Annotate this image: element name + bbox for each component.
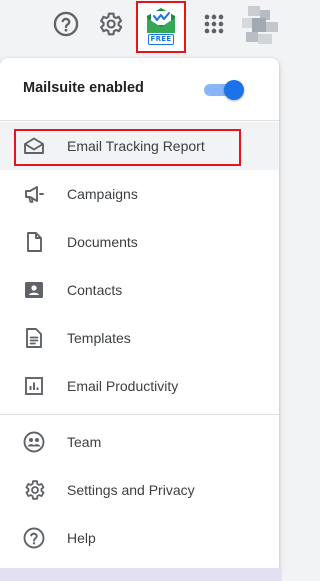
free-badge: FREE xyxy=(148,34,174,45)
menu-item-contacts[interactable]: Contacts xyxy=(0,266,279,314)
bar-chart-icon xyxy=(25,377,43,395)
mailsuite-enabled-toggle[interactable] xyxy=(204,79,246,101)
menu-item-label: Help xyxy=(67,530,96,546)
menu-item-settings-and-privacy[interactable]: Settings and Privacy xyxy=(0,466,279,514)
toggle-knob xyxy=(224,80,244,100)
menu-item-email-tracking-report[interactable]: Email Tracking Report xyxy=(0,122,279,170)
template-icon xyxy=(26,328,42,348)
menu-item-label: Settings and Privacy xyxy=(67,482,195,498)
divider xyxy=(0,414,279,415)
menu-item-label: Team xyxy=(67,434,102,450)
menu-item-label: Documents xyxy=(67,234,138,250)
menu-item-templates[interactable]: Templates xyxy=(0,314,279,362)
document-icon xyxy=(27,232,42,252)
help-circle-icon xyxy=(23,527,45,549)
menu-item-label: Templates xyxy=(67,330,131,346)
help-circle-icon[interactable] xyxy=(52,10,80,38)
mailsuite-menu-panel: Mailsuite enabled Email Tracking Report … xyxy=(0,58,279,568)
divider xyxy=(0,120,279,121)
gear-icon[interactable] xyxy=(96,10,124,38)
mailsuite-envelope-icon xyxy=(147,8,175,33)
menu-item-team[interactable]: Team xyxy=(0,418,279,466)
menu-item-label: Campaigns xyxy=(67,186,138,202)
panel-header: Mailsuite enabled xyxy=(0,58,279,120)
gear-icon xyxy=(25,480,45,500)
menu-item-label: Email Productivity xyxy=(67,378,179,394)
contact-card-icon xyxy=(25,282,43,298)
mailsuite-enabled-label: Mailsuite enabled xyxy=(23,80,144,96)
apps-grid-icon[interactable] xyxy=(200,10,228,38)
menu-item-documents[interactable]: Documents xyxy=(0,218,279,266)
megaphone-icon xyxy=(25,186,44,203)
menu-item-help[interactable]: Help xyxy=(0,514,279,562)
menu-item-email-productivity[interactable]: Email Productivity xyxy=(0,362,279,410)
menu-item-campaigns[interactable]: Campaigns xyxy=(0,170,279,218)
menu-item-label: Contacts xyxy=(67,282,123,298)
team-icon xyxy=(23,431,45,453)
mailsuite-extension-button[interactable]: FREE xyxy=(136,1,186,53)
envelope-open-icon xyxy=(24,137,44,154)
avatar[interactable] xyxy=(240,4,280,48)
menu-item-label: Email Tracking Report xyxy=(67,138,205,154)
top-bar: FREE xyxy=(0,0,282,53)
bottom-strip xyxy=(0,568,282,581)
